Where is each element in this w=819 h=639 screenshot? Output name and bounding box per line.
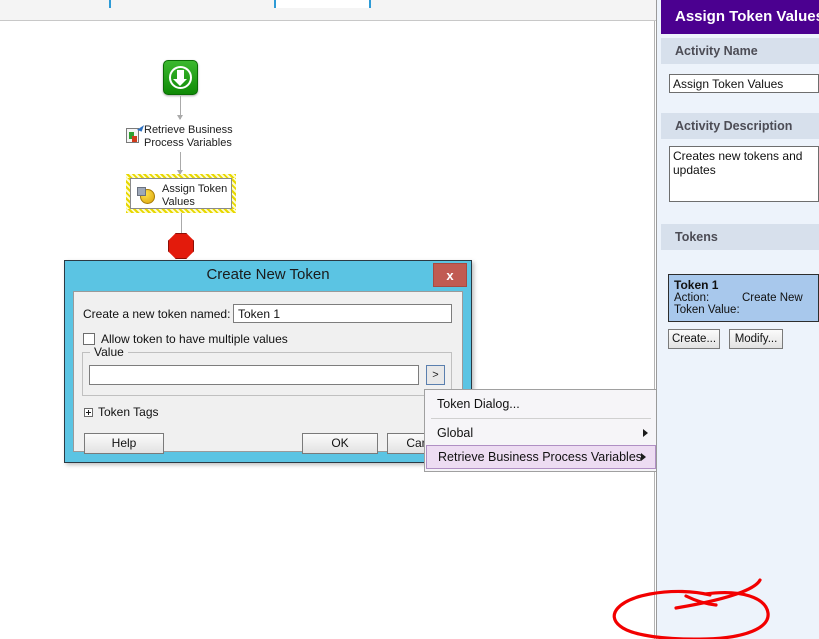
token-tags-label: Token Tags	[98, 405, 159, 419]
value-expand-button[interactable]: >	[426, 365, 445, 385]
create-new-token-dialog: Create New Token x Create a new token na…	[64, 260, 472, 463]
token-item-value-row: Token Value:	[674, 304, 813, 316]
activity-name-input[interactable]: Assign Token Values	[669, 74, 819, 93]
menu-item-global-label: Global	[437, 426, 474, 440]
allow-multiple-values-checkbox[interactable]	[83, 333, 95, 345]
menu-item-token-dialog[interactable]: Token Dialog...	[425, 392, 657, 416]
chevron-right-icon	[641, 453, 646, 461]
token-item-action-label: Action:	[674, 292, 710, 304]
start-arrow-glyph	[173, 70, 187, 86]
token-item-value-label: Token Value:	[674, 304, 740, 316]
value-group: Value >	[82, 345, 452, 396]
token-item-name: Token 1	[674, 278, 719, 292]
section-tokens: Tokens	[661, 224, 819, 250]
connector-assign-to-stop	[181, 213, 182, 233]
modify-token-button[interactable]: Modify...	[729, 329, 783, 349]
menu-item-retrieve-label: Retrieve Business Process Variables	[438, 450, 643, 464]
menu-item-retrieve-business-process-variables[interactable]: Retrieve Business Process Variables	[426, 445, 656, 469]
stop-node[interactable]	[168, 233, 194, 259]
retrieve-node-label: Retrieve Business Process Variables	[144, 124, 233, 149]
connector-start-to-retrieve	[177, 96, 183, 120]
tab-3-active[interactable]	[275, 0, 370, 8]
start-node[interactable]	[163, 60, 198, 95]
assign-token-values-node[interactable]: Assign Token Values	[126, 174, 236, 213]
token-name-input[interactable]: Token 1	[233, 304, 452, 323]
token-item-action-row: Action: Create New	[674, 292, 813, 304]
value-input[interactable]	[89, 365, 419, 385]
connector-retrieve-to-assign	[177, 152, 183, 175]
token-item-action-value: Create New	[742, 292, 803, 304]
ok-button[interactable]: OK	[302, 433, 378, 454]
coin-token-icon	[137, 187, 155, 204]
create-token-button[interactable]: Create...	[668, 329, 720, 349]
assign-node-label: Assign Token Values	[162, 183, 228, 208]
section-activity-name: Activity Name	[661, 38, 819, 64]
tab-1[interactable]	[0, 0, 110, 8]
app-window: Retrieve Business Process Variables Assi…	[0, 0, 819, 639]
assign-node-inner: Assign Token Values	[130, 178, 232, 209]
properties-panel: Assign Token Values Activity Name Assign…	[656, 0, 819, 639]
retrieve-arrow-icon	[136, 123, 145, 132]
menu-item-global[interactable]: Global	[425, 421, 657, 445]
close-icon[interactable]: x	[433, 263, 467, 287]
allow-multiple-values-label: Allow token to have multiple values	[101, 332, 288, 346]
panel-title: Assign Token Values	[661, 0, 819, 34]
plus-icon	[84, 408, 93, 417]
token-name-row: Create a new token named: Token 1	[83, 304, 452, 324]
token-list-item[interactable]: Token 1 Action: Create New Token Value:	[668, 274, 819, 322]
token-name-label: Create a new token named:	[83, 307, 231, 321]
help-button[interactable]: Help	[84, 433, 164, 454]
tab-2[interactable]	[110, 0, 275, 8]
token-context-menu: Token Dialog... Global Retrieve Business…	[424, 389, 658, 472]
section-activity-description: Activity Description	[661, 113, 819, 139]
dialog-body: Create a new token named: Token 1 Allow …	[73, 291, 463, 454]
retrieve-variables-node[interactable]: Retrieve Business Process Variables	[124, 121, 244, 151]
value-group-legend: Value	[90, 345, 128, 359]
token-tags-expander[interactable]: Token Tags	[84, 405, 159, 419]
dialog-title: Create New Token	[206, 266, 330, 283]
menu-separator	[431, 418, 651, 419]
chevron-right-icon	[643, 429, 648, 437]
activity-description-input[interactable]: Creates new tokens and updates	[669, 146, 819, 202]
